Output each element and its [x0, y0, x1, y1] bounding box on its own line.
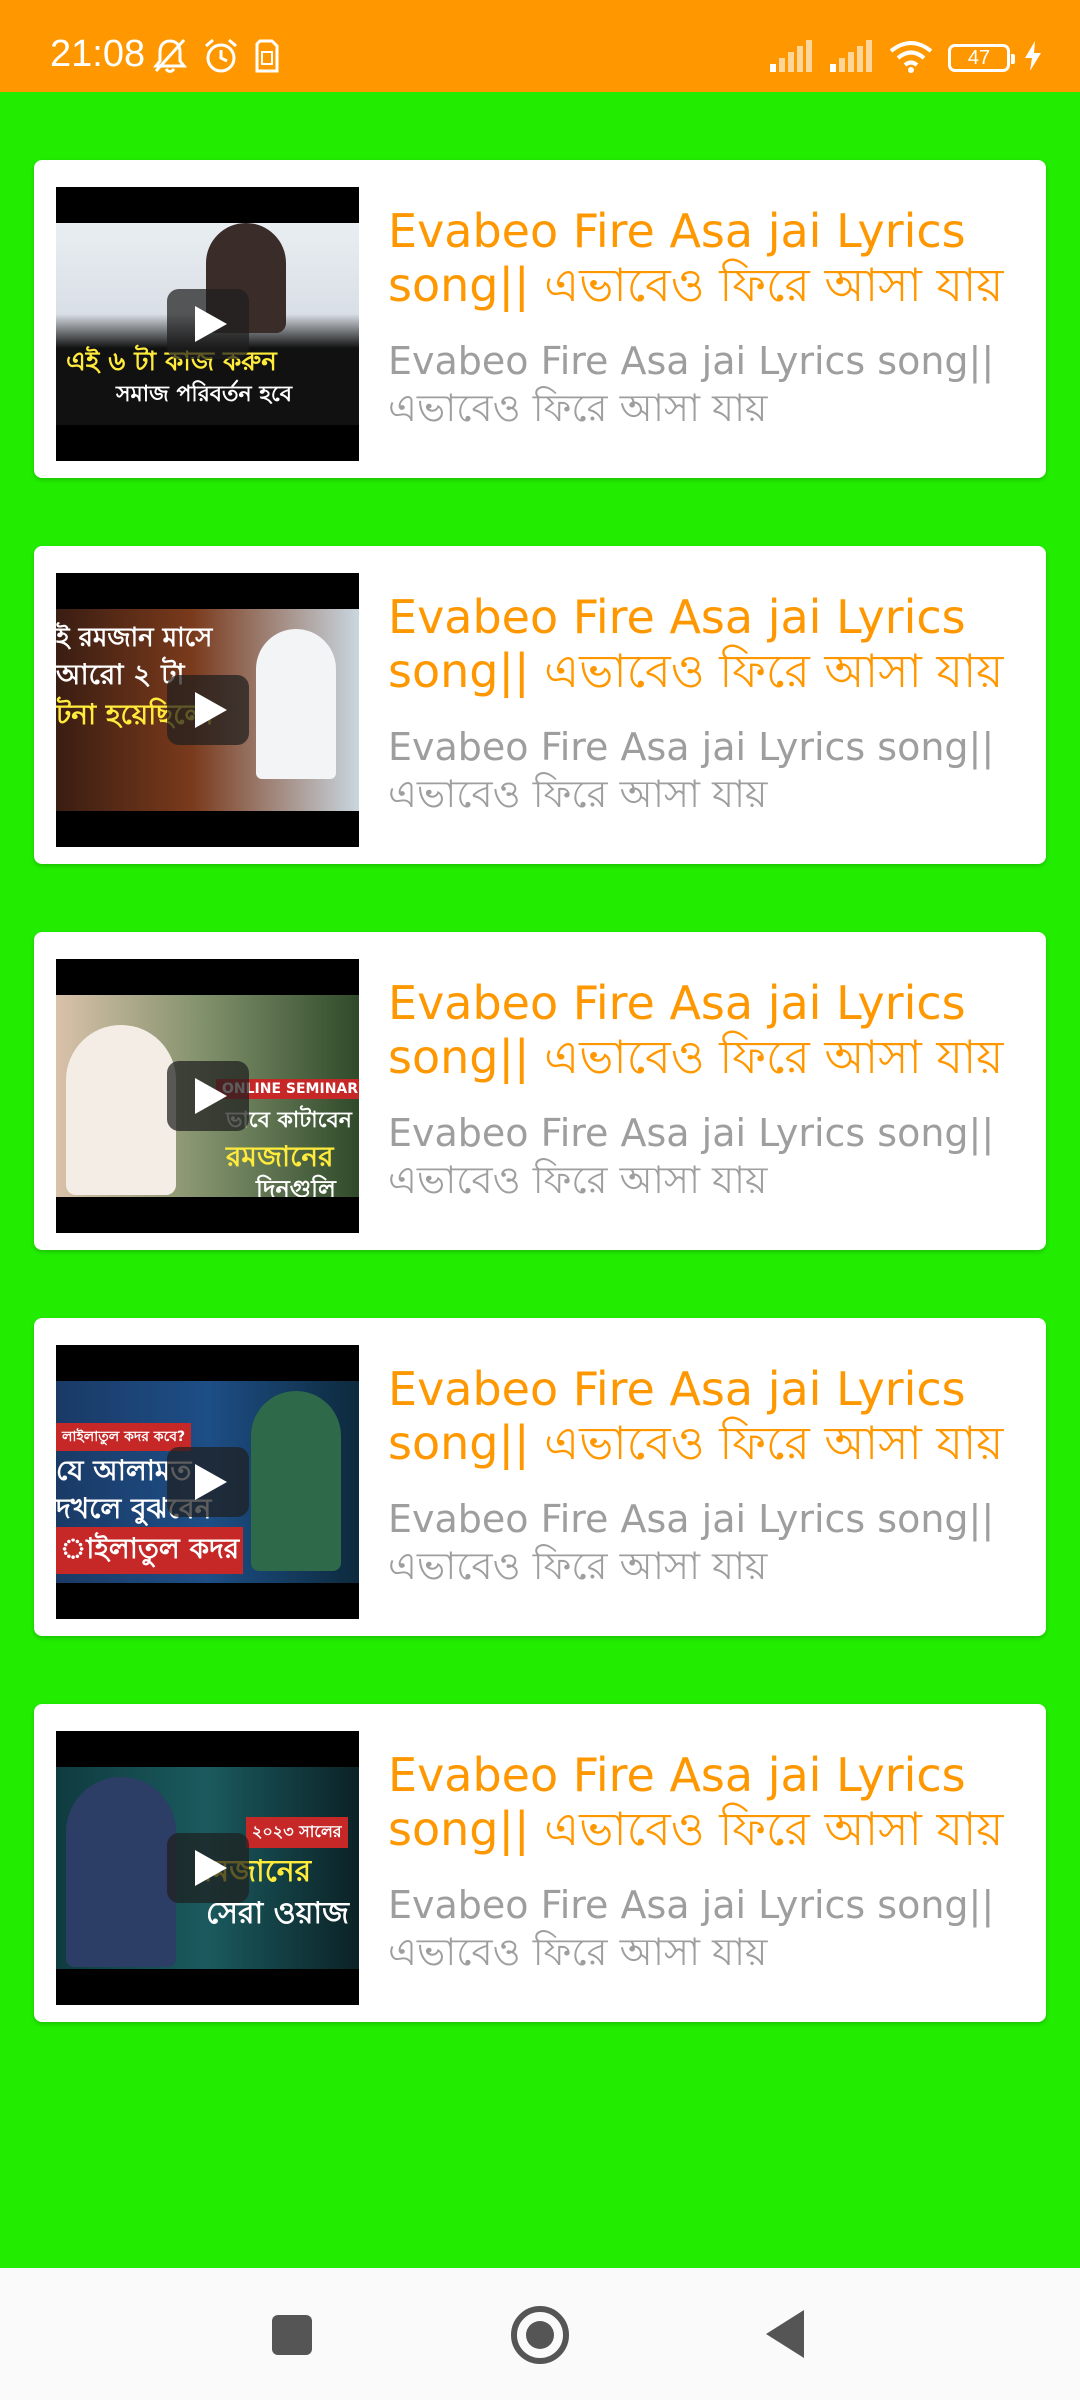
thumbnail-figure [251, 1391, 341, 1571]
list-item[interactable]: লাইলাতুল কদর কবে? যে আলামত দখলে বুঝবেন া… [34, 1318, 1046, 1636]
video-title: Evabeo Fire Asa jai Lyrics song|| এভাবেও… [388, 1748, 1004, 1856]
video-title: Evabeo Fire Asa jai Lyrics song|| এভাবেও… [388, 204, 1004, 312]
list-item[interactable]: এই ৬ টা কাজ করুন সমাজ পরিবর্তন হবে Evabe… [34, 160, 1046, 478]
video-thumbnail[interactable]: ই রমজান মাসে আরো ২ টা টনা হয়েছিলো [56, 573, 359, 847]
video-title: Evabeo Fire Asa jai Lyrics song|| এভাবেও… [388, 590, 1004, 698]
video-thumbnail[interactable]: লাইলাতুল কদর কবে? যে আলামত দখলে বুঝবেন া… [56, 1345, 359, 1619]
play-icon[interactable] [167, 1061, 249, 1131]
video-thumbnail[interactable]: ONLINE SEMINAR ভাবে কাটাবেন রমজানের দিনগ… [56, 959, 359, 1233]
status-time: 21:08 [50, 33, 146, 75]
signal-icon [768, 39, 814, 77]
video-list: এই ৬ টা কাজ করুন সমাজ পরিবর্তন হবে Evabe… [0, 92, 1080, 2268]
video-subtitle: Evabeo Fire Asa jai Lyrics song|| এভাবেও… [388, 725, 995, 816]
list-item[interactable]: ২০২৩ সালের রমজানের সেরা ওয়াজ Evabeo Fir… [34, 1704, 1046, 2022]
alarm-clock-icon [202, 37, 240, 80]
video-subtitle: Evabeo Fire Asa jai Lyrics song|| এভাবেও… [388, 1111, 995, 1202]
thumbnail-figure [66, 1025, 176, 1195]
status-icons-left [152, 38, 280, 78]
status-icons-right: 47 [768, 38, 1042, 78]
sim-icon [254, 38, 280, 79]
video-title: Evabeo Fire Asa jai Lyrics song|| এভাবেও… [388, 976, 1004, 1084]
thumbnail-text: লাইলাতুল কদর কবে? [56, 1423, 192, 1451]
back-button[interactable] [766, 2310, 804, 2358]
signal-icon [828, 39, 874, 77]
video-thumbnail[interactable]: ২০২৩ সালের রমজানের সেরা ওয়াজ [56, 1731, 359, 2005]
play-icon[interactable] [167, 675, 249, 745]
video-thumbnail[interactable]: এই ৬ টা কাজ করুন সমাজ পরিবর্তন হবে [56, 187, 359, 461]
video-subtitle: Evabeo Fire Asa jai Lyrics song|| এভাবেও… [388, 1497, 995, 1588]
thumbnail-figure [256, 629, 336, 779]
home-button[interactable] [511, 2306, 569, 2364]
thumbnail-text: ২০২৩ সালের [246, 1817, 348, 1848]
play-icon[interactable] [167, 1833, 249, 1903]
navigation-bar [0, 2268, 1080, 2400]
wifi-icon [888, 39, 934, 78]
muted-bell-icon [152, 37, 188, 80]
video-subtitle: Evabeo Fire Asa jai Lyrics song|| এভাবেও… [388, 339, 995, 430]
charging-bolt-icon [1024, 40, 1042, 76]
video-title: Evabeo Fire Asa jai Lyrics song|| এভাবেও… [388, 1362, 1004, 1470]
list-item[interactable]: ONLINE SEMINAR ভাবে কাটাবেন রমজানের দিনগ… [34, 932, 1046, 1250]
battery-level: 47 [967, 47, 991, 69]
thumbnail-text: দিনগুলি [256, 1175, 336, 1197]
list-item[interactable]: ই রমজান মাসে আরো ২ টা টনা হয়েছিলো Evabe… [34, 546, 1046, 864]
battery-icon: 47 [948, 44, 1015, 72]
video-subtitle: Evabeo Fire Asa jai Lyrics song|| এভাবেও… [388, 1883, 995, 1974]
thumbnail-figure [66, 1777, 176, 1967]
play-icon[interactable] [167, 289, 249, 359]
thumbnail-text: সমাজ পরিবর্তন হবে [116, 382, 292, 407]
play-icon[interactable] [167, 1447, 249, 1517]
recents-button[interactable] [272, 2315, 312, 2355]
thumbnail-text: াইলাতুল কদর [56, 1527, 244, 1574]
status-bar: 21:08 47 [0, 0, 1080, 92]
